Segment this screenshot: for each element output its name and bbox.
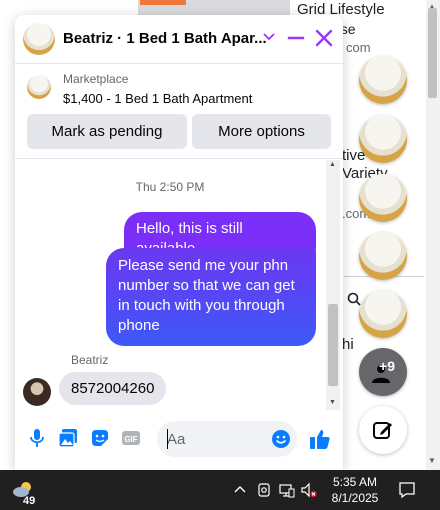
page-scrollbar-thumb[interactable] — [428, 8, 437, 98]
chathead-avatar[interactable] — [359, 174, 407, 222]
outgoing-message[interactable]: Please send me your phn number so that w… — [106, 248, 316, 346]
weather-temperature: 49 — [23, 495, 36, 507]
microphone-icon[interactable] — [27, 428, 47, 448]
message-list: Thu 2:50 PM Hello, this is still availab… — [15, 160, 343, 410]
listing-source: Marketplace — [63, 72, 129, 86]
new-message-button[interactable] — [359, 406, 407, 454]
incoming-message[interactable]: 8572004260 — [59, 372, 167, 405]
chat-header[interactable]: Beatriz · 1 Bed 1 Bath Apar... — [15, 15, 343, 63]
search-icon[interactable] — [347, 292, 361, 306]
system-clock[interactable]: 5:35 AM 8/1/2025 — [328, 474, 382, 506]
bg-line-3: com — [346, 40, 371, 55]
chevron-down-icon[interactable] — [262, 30, 276, 44]
emoji-icon[interactable] — [271, 429, 291, 449]
photo-icon[interactable] — [58, 428, 78, 448]
listing-description[interactable]: $1,400 - 1 Bed 1 Bath Apartment — [63, 91, 252, 106]
taskbar: 49 5:35 AM 8/1/2025 — [0, 470, 440, 510]
close-icon[interactable] — [315, 29, 333, 47]
chat-window: Beatriz · 1 Bed 1 Bath Apar... Marketpla… — [15, 15, 343, 470]
more-options-button[interactable]: More options — [192, 114, 331, 149]
scroll-down-arrow-icon[interactable]: ▼ — [428, 456, 436, 465]
chathead-avatar[interactable] — [359, 290, 407, 338]
minimize-icon[interactable] — [287, 29, 305, 47]
marketplace-listing: Marketplace $1,400 - 1 Bed 1 Bath Apartm… — [15, 63, 343, 159]
message-scrollbar-thumb[interactable] — [328, 304, 338, 386]
more-chats-button[interactable]: +9 — [359, 348, 407, 396]
listing-thumbnail[interactable] — [27, 75, 51, 99]
device-icon[interactable] — [256, 482, 272, 498]
chathead-avatar[interactable] — [359, 115, 407, 163]
weather-widget[interactable]: 49 — [10, 478, 36, 507]
background-image-accent — [140, 0, 186, 5]
chevron-up-icon[interactable] — [232, 482, 248, 498]
scroll-down-arrow-icon[interactable]: ▼ — [329, 399, 336, 406]
network-icon[interactable] — [279, 482, 295, 498]
svg-text:GIF: GIF — [124, 435, 137, 444]
scroll-up-arrow-icon[interactable]: ▲ — [329, 161, 336, 168]
notification-icon[interactable] — [398, 481, 416, 499]
avatar[interactable] — [23, 378, 51, 406]
message-composer: GIF — [15, 410, 343, 470]
more-chats-count: +9 — [379, 358, 395, 374]
chathead-avatar[interactable] — [359, 56, 407, 104]
avatar[interactable] — [23, 23, 55, 55]
clock-time: 5:35 AM — [332, 475, 378, 489]
chat-title[interactable]: Beatriz · 1 Bed 1 Bath Apar... — [63, 30, 267, 47]
mark-as-pending-button[interactable]: Mark as pending — [27, 114, 187, 149]
message-scrollbar[interactable]: ▲ ▼ — [326, 160, 340, 410]
gif-icon[interactable]: GIF — [121, 428, 141, 448]
clock-date: 8/1/2025 — [331, 491, 379, 505]
message-input[interactable] — [167, 429, 267, 449]
sender-name: Beatriz — [71, 353, 109, 367]
speaker-muted-icon[interactable] — [301, 482, 317, 498]
thumbs-up-icon[interactable] — [309, 428, 331, 450]
message-timestamp: Thu 2:50 PM — [135, 180, 205, 194]
sticker-icon[interactable] — [90, 428, 110, 448]
text-caret — [167, 429, 168, 449]
bg-line-7: hi — [342, 336, 354, 353]
compose-icon — [373, 422, 392, 439]
chathead-avatar[interactable] — [359, 232, 407, 280]
